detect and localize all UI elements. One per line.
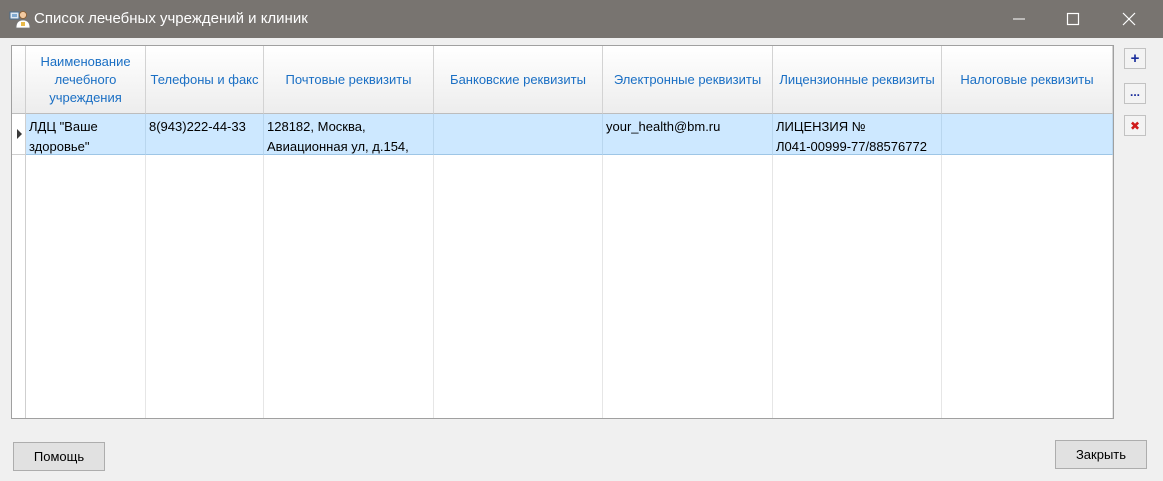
cell-postal[interactable]: 128182, Москва, Авиационная ул, д.154, xyxy=(264,114,434,155)
cell-postal-line: 128182, Москва, xyxy=(267,119,366,134)
cell-electronic[interactable]: your_health@bm.ru xyxy=(603,114,773,155)
cell-bank[interactable] xyxy=(434,114,603,155)
column-divider xyxy=(263,155,264,418)
column-divider xyxy=(602,155,603,418)
delete-x-icon: ✖ xyxy=(1129,118,1141,133)
doctor-icon xyxy=(9,9,31,29)
delete-record-button[interactable]: ✖ xyxy=(1124,115,1146,136)
cell-tax[interactable] xyxy=(942,114,1113,155)
maximize-button[interactable] xyxy=(1048,0,1098,38)
column-header-license[interactable]: Лицензионные реквизиты xyxy=(773,46,942,114)
clinics-table[interactable]: Наименование лечебного учреждения Телефо… xyxy=(11,45,1114,419)
plus-icon: + xyxy=(1130,50,1140,67)
cell-name[interactable]: ЛДЦ "Ваше здоровье" xyxy=(26,114,146,155)
minimize-icon xyxy=(1013,18,1025,20)
close-icon xyxy=(1122,12,1136,26)
column-divider xyxy=(145,155,146,418)
column-header-tax[interactable]: Налоговые реквизиты xyxy=(942,46,1113,114)
column-header-electronic[interactable]: Электронные реквизиты xyxy=(603,46,773,114)
column-divider xyxy=(772,155,773,418)
column-divider xyxy=(433,155,434,418)
window-title: Список лечебных учреждений и клиник xyxy=(34,10,308,27)
column-divider xyxy=(1112,155,1113,418)
column-header-postal[interactable]: Почтовые реквизиты xyxy=(264,46,434,114)
column-header-phones[interactable]: Телефоны и факс xyxy=(146,46,264,114)
dialog-window: Список лечебных учреждений и клиник Наим… xyxy=(0,0,1163,481)
help-button[interactable]: Помощь xyxy=(13,442,105,471)
cell-license[interactable]: ЛИЦЕНЗИЯ № Л041-00999-77/88576772 xyxy=(773,114,942,155)
cell-license-line: Л041-00999-77/88576772 xyxy=(776,139,927,154)
table-corner xyxy=(12,46,26,114)
minimize-button[interactable] xyxy=(994,0,1044,38)
add-record-button[interactable]: + xyxy=(1124,48,1146,69)
ellipsis-icon: ... xyxy=(1129,84,1140,99)
row-header-area xyxy=(12,155,26,418)
edit-record-button[interactable]: ... xyxy=(1124,83,1146,104)
close-button[interactable]: Закрыть xyxy=(1055,440,1147,469)
column-header-bank[interactable]: Банковские реквизиты xyxy=(434,46,603,114)
current-row-arrow-icon xyxy=(17,129,22,139)
close-window-button[interactable] xyxy=(1104,0,1154,38)
row-selector[interactable] xyxy=(12,114,26,155)
maximize-icon xyxy=(1066,12,1080,26)
column-divider xyxy=(941,155,942,418)
cell-postal-line: Авиационная ул, д.154, xyxy=(267,139,409,154)
column-header-name[interactable]: Наименование лечебного учреждения xyxy=(26,46,146,114)
cell-phones[interactable]: 8(943)222-44-33 xyxy=(146,114,264,155)
title-bar[interactable]: Список лечебных учреждений и клиник xyxy=(0,0,1163,38)
cell-license-line: ЛИЦЕНЗИЯ № xyxy=(776,119,866,134)
